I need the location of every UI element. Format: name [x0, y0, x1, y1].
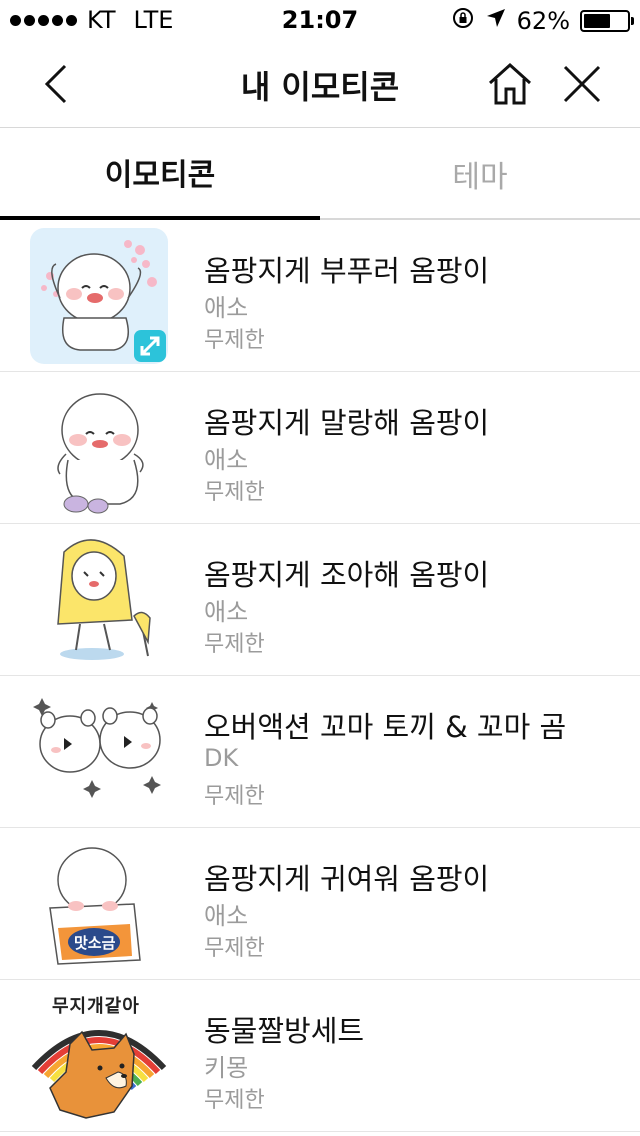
battery-icon: [580, 10, 634, 32]
emoticon-list: 옴팡지게 부푸러 옴팡이 애소 무제한 옴팡지게 말랑해 옴팡이 애소 무제한: [0, 220, 640, 1132]
close-icon: [563, 65, 601, 103]
status-right: 62%: [451, 6, 634, 36]
tab-bar: 이모티콘 테마: [0, 128, 640, 220]
location-arrow-icon: [485, 7, 507, 35]
sticker-caption: 무지개같아: [52, 996, 140, 1017]
item-author: DK: [204, 744, 239, 772]
item-period: 무제한: [204, 328, 265, 353]
list-item[interactable]: 맛소금 옴팡지게 귀여워 옴팡이 애소 무제한: [0, 828, 640, 980]
item-title: 옴팡지게 말랑해 옴팡이: [204, 406, 490, 440]
list-item[interactable]: 오버액션 꼬마 토끼 & 꼬마 곰 DK 무제한: [0, 676, 640, 828]
item-author: 애소: [204, 446, 249, 474]
item-author: 애소: [204, 902, 249, 930]
list-item[interactable]: 옴팡지게 조아해 옴팡이 애소 무제한: [0, 524, 640, 676]
dog-rainbow-sticker-thumbnail: 무지개같아: [30, 988, 168, 1124]
status-bar: KT LTE 21:07 62%: [0, 0, 640, 40]
item-title: 옴팡지게 귀여워 옴팡이: [204, 862, 490, 896]
item-author: 애소: [204, 294, 249, 322]
list-item[interactable]: 옴팡지게 말랑해 옴팡이 애소 무제한: [0, 372, 640, 524]
home-icon: [488, 62, 532, 105]
item-title: 동물짤방세트: [204, 1014, 365, 1048]
item-author: 키몽: [204, 1054, 249, 1082]
tab-emoticons[interactable]: 이모티콘: [0, 128, 320, 220]
bag-label: 맛소금: [74, 934, 116, 952]
page-title: 내 이모티콘: [240, 68, 400, 106]
ompang-raincoat-sticker-thumbnail: [30, 532, 168, 668]
item-period: 무제한: [204, 1088, 265, 1113]
item-title: 오버액션 꼬마 토끼 & 꼬마 곰: [204, 710, 567, 744]
rabbit-bear-sticker-thumbnail: [30, 684, 168, 820]
item-author: 애소: [204, 598, 249, 626]
ompang-bag-sticker-thumbnail: 맛소금: [30, 836, 168, 972]
item-title: 옴팡지게 부푸러 옴팡이: [204, 254, 490, 288]
item-period: 무제한: [204, 936, 265, 961]
close-button[interactable]: [556, 58, 608, 110]
home-button[interactable]: [484, 58, 536, 110]
item-period: 무제한: [204, 480, 265, 505]
navigation-bar: 내 이모티콘: [0, 40, 640, 128]
list-item[interactable]: 무지개같아 동물짤방세트 키몽 무제한: [0, 980, 640, 1132]
item-title: 옴팡지게 조아해 옴팡이: [204, 558, 490, 592]
tab-themes[interactable]: 테마: [320, 128, 640, 220]
rotation-lock-icon: [451, 6, 475, 36]
list-item[interactable]: 옴팡지게 부푸러 옴팡이 애소 무제한: [0, 220, 640, 372]
battery-percent: 62%: [516, 7, 570, 35]
ompang-puffed-sticker-thumbnail: [30, 228, 168, 364]
item-period: 무제한: [204, 784, 265, 809]
ompang-soft-sticker-thumbnail: [30, 380, 168, 516]
item-period: 무제한: [204, 632, 265, 657]
